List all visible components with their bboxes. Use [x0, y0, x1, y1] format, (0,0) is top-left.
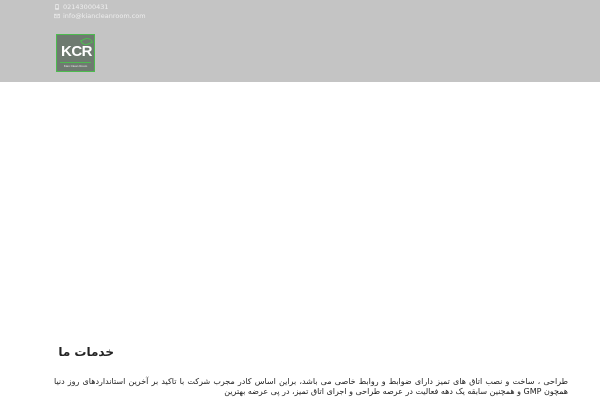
- header-bar: 02143000431 info@kiancleanroom.com KCR K…: [0, 0, 600, 82]
- services-heading: خدمات ما: [58, 345, 114, 359]
- company-logo[interactable]: KCR Kian Clean Room: [56, 34, 95, 72]
- phone-number: 02143000431: [63, 3, 109, 11]
- email-address: info@kiancleanroom.com: [63, 12, 146, 20]
- services-description: طراحی ، ساخت و نصب اتاق های تمیز دارای ض…: [54, 377, 568, 396]
- logo-divider: [60, 62, 91, 63]
- logo-text: KCR: [61, 43, 93, 60]
- envelope-icon: [54, 13, 60, 19]
- logo-subtitle: Kian Clean Room: [63, 64, 88, 68]
- phone-icon: [54, 4, 60, 10]
- phone-contact[interactable]: 02143000431: [54, 3, 109, 11]
- email-contact[interactable]: info@kiancleanroom.com: [54, 12, 146, 20]
